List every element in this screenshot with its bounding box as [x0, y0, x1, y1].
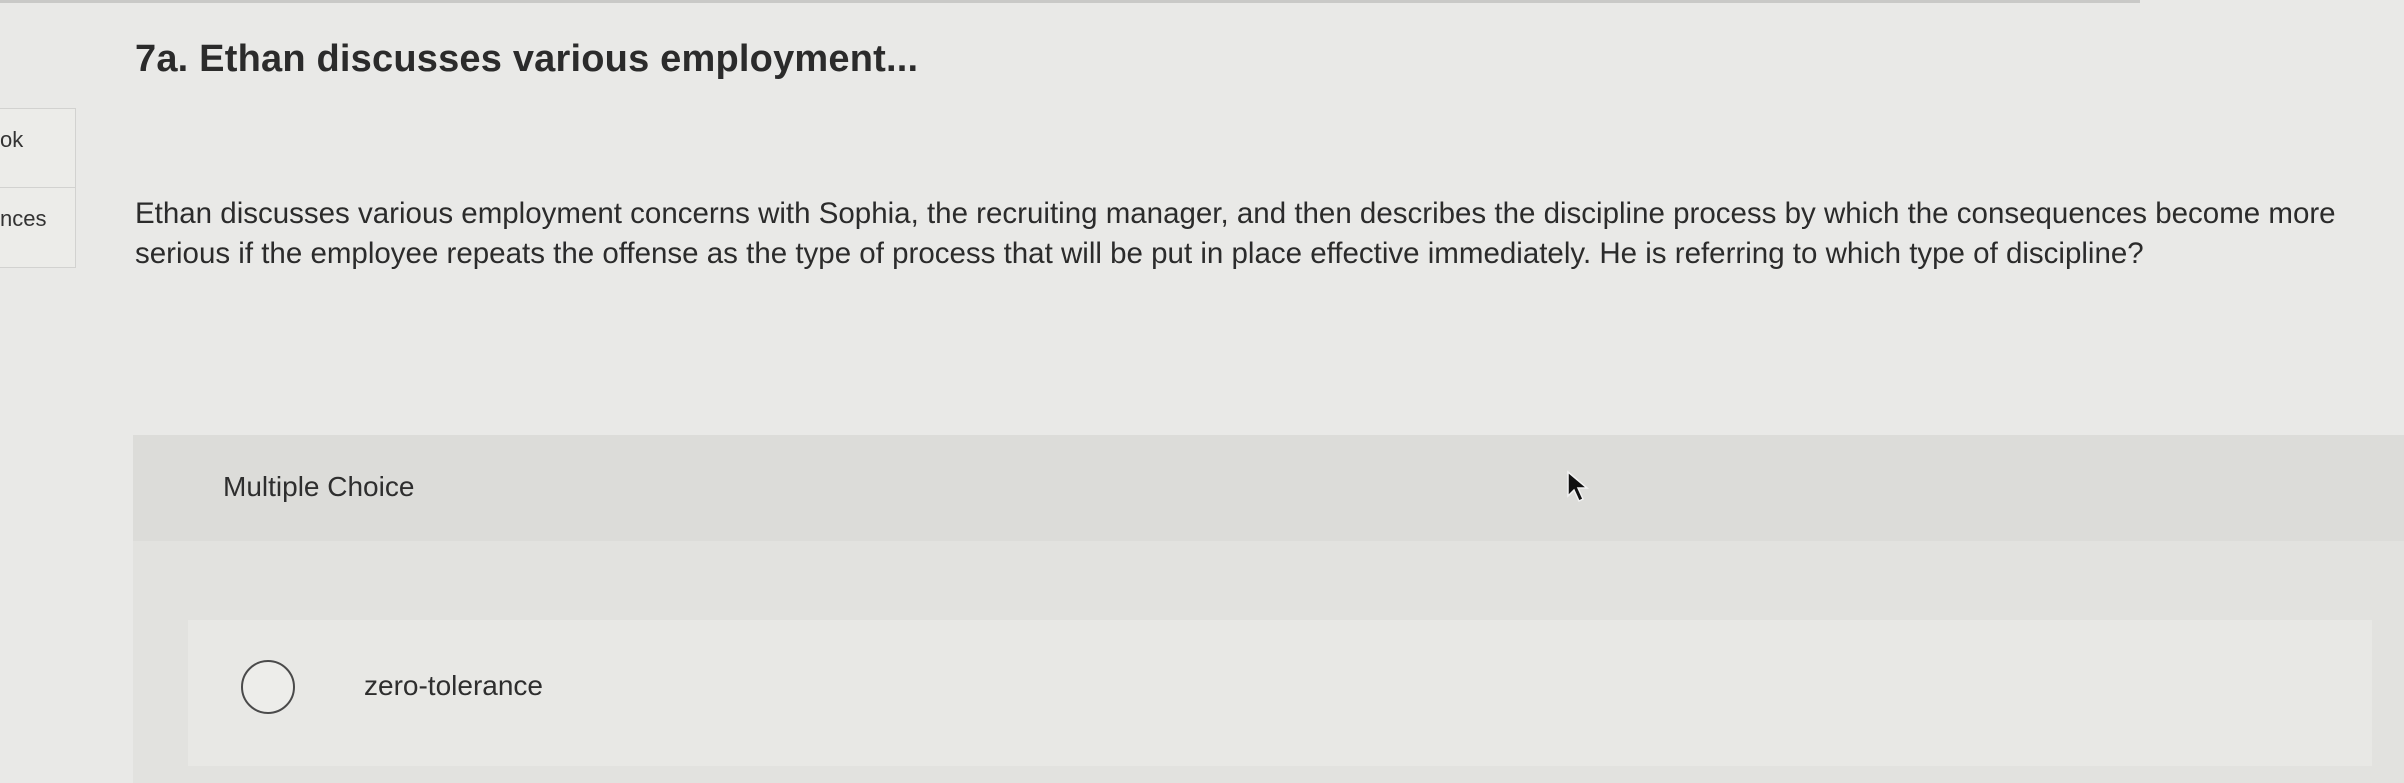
- question-prompt: Ethan discusses various employment conce…: [135, 197, 2336, 270]
- answer-option[interactable]: zero-tolerance: [188, 620, 2372, 766]
- side-tabs: ok nces: [0, 108, 76, 268]
- side-tab-ebook[interactable]: ok: [0, 108, 76, 188]
- top-divider: [0, 0, 2140, 3]
- mouse-pointer-icon: [1567, 470, 1590, 503]
- multiple-choice-panel: Multiple Choice zero-tolerance: [133, 435, 2404, 783]
- side-tab-references[interactable]: nces: [0, 188, 76, 268]
- multiple-choice-label: Multiple Choice: [223, 471, 415, 502]
- multiple-choice-header: Multiple Choice: [133, 435, 2404, 541]
- question-title: 7a. Ethan discusses various employment..…: [135, 38, 919, 80]
- answer-option-label: zero-tolerance: [364, 670, 543, 701]
- radio-button-icon[interactable]: [241, 660, 295, 714]
- side-tab-label: nces: [0, 206, 47, 231]
- side-tab-label: ok: [0, 127, 24, 152]
